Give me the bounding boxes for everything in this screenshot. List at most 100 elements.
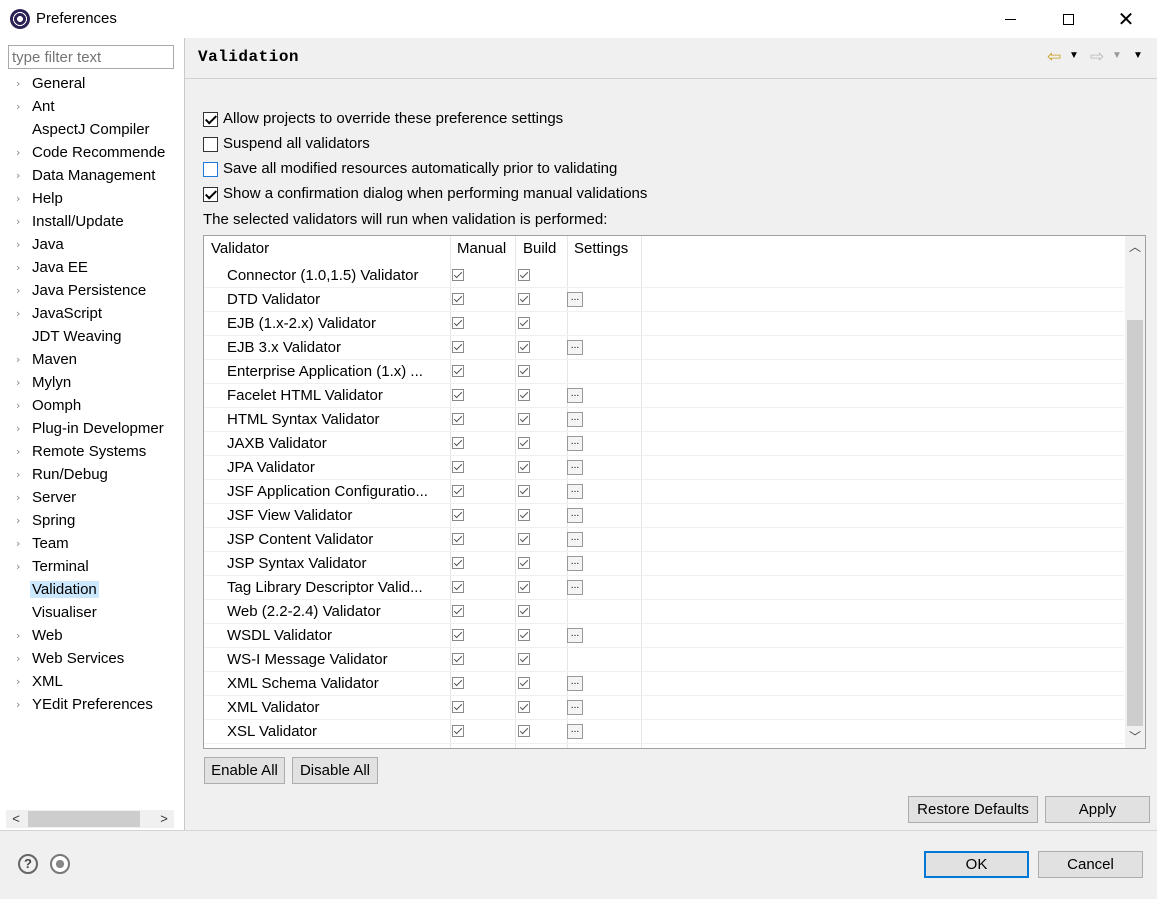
tree-item[interactable]: › General — [0, 73, 184, 96]
table-row[interactable]: WS-I Message Validator — [204, 648, 1124, 672]
pane-divider[interactable] — [184, 38, 185, 830]
table-row[interactable]: WSDL Validator... — [204, 624, 1124, 648]
manual-checkbox[interactable] — [452, 701, 464, 713]
manual-checkbox[interactable] — [452, 389, 464, 401]
build-checkbox[interactable] — [518, 677, 530, 689]
expand-arrow-icon[interactable]: › — [16, 216, 24, 227]
forward-dropdown-icon[interactable]: ▼ — [1112, 50, 1122, 61]
manual-checkbox[interactable] — [452, 533, 464, 545]
back-arrow-icon[interactable]: ⇦ — [1047, 47, 1061, 67]
tree-horizontal-scrollbar[interactable]: < > — [6, 810, 174, 828]
enable-all-button[interactable]: Enable All — [204, 757, 285, 784]
tree-item[interactable]: › Mylyn — [0, 372, 184, 395]
settings-button[interactable]: ... — [567, 508, 583, 523]
table-row[interactable]: JSP Content Validator... — [204, 528, 1124, 552]
ok-button[interactable]: OK — [924, 851, 1029, 878]
table-row[interactable]: JSP Syntax Validator... — [204, 552, 1124, 576]
table-row[interactable]: XML Schema Validator... — [204, 672, 1124, 696]
expand-arrow-icon[interactable]: › — [16, 285, 24, 296]
settings-button[interactable]: ... — [567, 532, 583, 547]
tree-item[interactable]: JDT Weaving — [0, 326, 184, 349]
view-menu-icon[interactable]: ▼ — [1133, 50, 1143, 61]
expand-arrow-icon[interactable]: › — [16, 653, 24, 664]
column-header-manual[interactable]: Manual — [457, 240, 506, 262]
expand-arrow-icon[interactable]: › — [16, 354, 24, 365]
checkbox[interactable] — [203, 162, 218, 177]
expand-arrow-icon[interactable]: › — [16, 170, 24, 181]
tree-item[interactable]: › Code Recommende — [0, 142, 184, 165]
tree-item[interactable]: › Plug-in Developmer — [0, 418, 184, 441]
manual-checkbox[interactable] — [452, 509, 464, 521]
tree-item[interactable]: › Data Management — [0, 165, 184, 188]
checkbox[interactable] — [203, 137, 218, 152]
expand-arrow-icon[interactable]: › — [16, 400, 24, 411]
manual-checkbox[interactable] — [452, 293, 464, 305]
table-row[interactable]: Enterprise Application (1.x) ... — [204, 360, 1124, 384]
table-row[interactable]: Tag Library Descriptor Valid...... — [204, 576, 1124, 600]
settings-button[interactable]: ... — [567, 460, 583, 475]
tree-item[interactable]: › XML — [0, 671, 184, 694]
build-checkbox[interactable] — [518, 653, 530, 665]
manual-checkbox[interactable] — [452, 365, 464, 377]
oomph-record-icon[interactable] — [50, 854, 70, 874]
tree-item[interactable]: Visualiser — [0, 602, 184, 625]
disable-all-button[interactable]: Disable All — [292, 757, 378, 784]
build-checkbox[interactable] — [518, 701, 530, 713]
settings-button[interactable]: ... — [567, 724, 583, 739]
table-row[interactable]: Connector (1.0,1.5) Validator — [204, 264, 1124, 288]
manual-checkbox[interactable] — [452, 629, 464, 641]
manual-checkbox[interactable] — [452, 341, 464, 353]
tree-item[interactable]: › Web Services — [0, 648, 184, 671]
build-checkbox[interactable] — [518, 293, 530, 305]
forward-arrow-icon[interactable]: ⇨ — [1090, 47, 1104, 67]
settings-button[interactable]: ... — [567, 340, 583, 355]
manual-checkbox[interactable] — [452, 653, 464, 665]
tree-item[interactable]: › Spring — [0, 510, 184, 533]
build-checkbox[interactable] — [518, 413, 530, 425]
manual-checkbox[interactable] — [452, 317, 464, 329]
expand-arrow-icon[interactable]: › — [16, 699, 24, 710]
build-checkbox[interactable] — [518, 509, 530, 521]
build-checkbox[interactable] — [518, 605, 530, 617]
tree-item[interactable]: › Oomph — [0, 395, 184, 418]
tree-item[interactable]: › Java Persistence — [0, 280, 184, 303]
expand-arrow-icon[interactable]: › — [16, 469, 24, 480]
manual-checkbox[interactable] — [452, 437, 464, 449]
tree-item[interactable]: › Remote Systems — [0, 441, 184, 464]
settings-button[interactable]: ... — [567, 484, 583, 499]
expand-arrow-icon[interactable]: › — [16, 101, 24, 112]
tree-item[interactable]: › Web — [0, 625, 184, 648]
table-row[interactable]: DTD Validator... — [204, 288, 1124, 312]
build-checkbox[interactable] — [518, 725, 530, 737]
tree-item[interactable]: › Java — [0, 234, 184, 257]
tree-item[interactable]: › Ant — [0, 96, 184, 119]
expand-arrow-icon[interactable]: › — [16, 262, 24, 273]
settings-button[interactable]: ... — [567, 628, 583, 643]
manual-checkbox[interactable] — [452, 605, 464, 617]
build-checkbox[interactable] — [518, 461, 530, 473]
table-row[interactable]: Web (2.2-2.4) Validator — [204, 600, 1124, 624]
tree-item[interactable]: › Java EE — [0, 257, 184, 280]
build-checkbox[interactable] — [518, 317, 530, 329]
build-checkbox[interactable] — [518, 437, 530, 449]
cancel-button[interactable]: Cancel — [1038, 851, 1143, 878]
expand-arrow-icon[interactable]: › — [16, 515, 24, 526]
table-row[interactable]: JAXB Validator... — [204, 432, 1124, 456]
build-checkbox[interactable] — [518, 365, 530, 377]
scrollbar-thumb[interactable] — [1127, 320, 1143, 726]
manual-checkbox[interactable] — [452, 413, 464, 425]
scroll-right-icon[interactable]: > — [154, 810, 174, 828]
table-row[interactable]: HTML Syntax Validator... — [204, 408, 1124, 432]
tree-item[interactable]: AspectJ Compiler — [0, 119, 184, 142]
manual-checkbox[interactable] — [452, 461, 464, 473]
table-row[interactable]: JPA Validator... — [204, 456, 1124, 480]
manual-checkbox[interactable] — [452, 677, 464, 689]
filter-input[interactable] — [8, 45, 174, 69]
scroll-down-icon[interactable]: ﹀ — [1125, 728, 1145, 746]
expand-arrow-icon[interactable]: › — [16, 147, 24, 158]
table-row[interactable]: Facelet HTML Validator... — [204, 384, 1124, 408]
settings-button[interactable]: ... — [567, 388, 583, 403]
expand-arrow-icon[interactable]: › — [16, 561, 24, 572]
table-row[interactable]: JSF Application Configuratio...... — [204, 480, 1124, 504]
tree-item[interactable]: Validation — [0, 579, 184, 602]
